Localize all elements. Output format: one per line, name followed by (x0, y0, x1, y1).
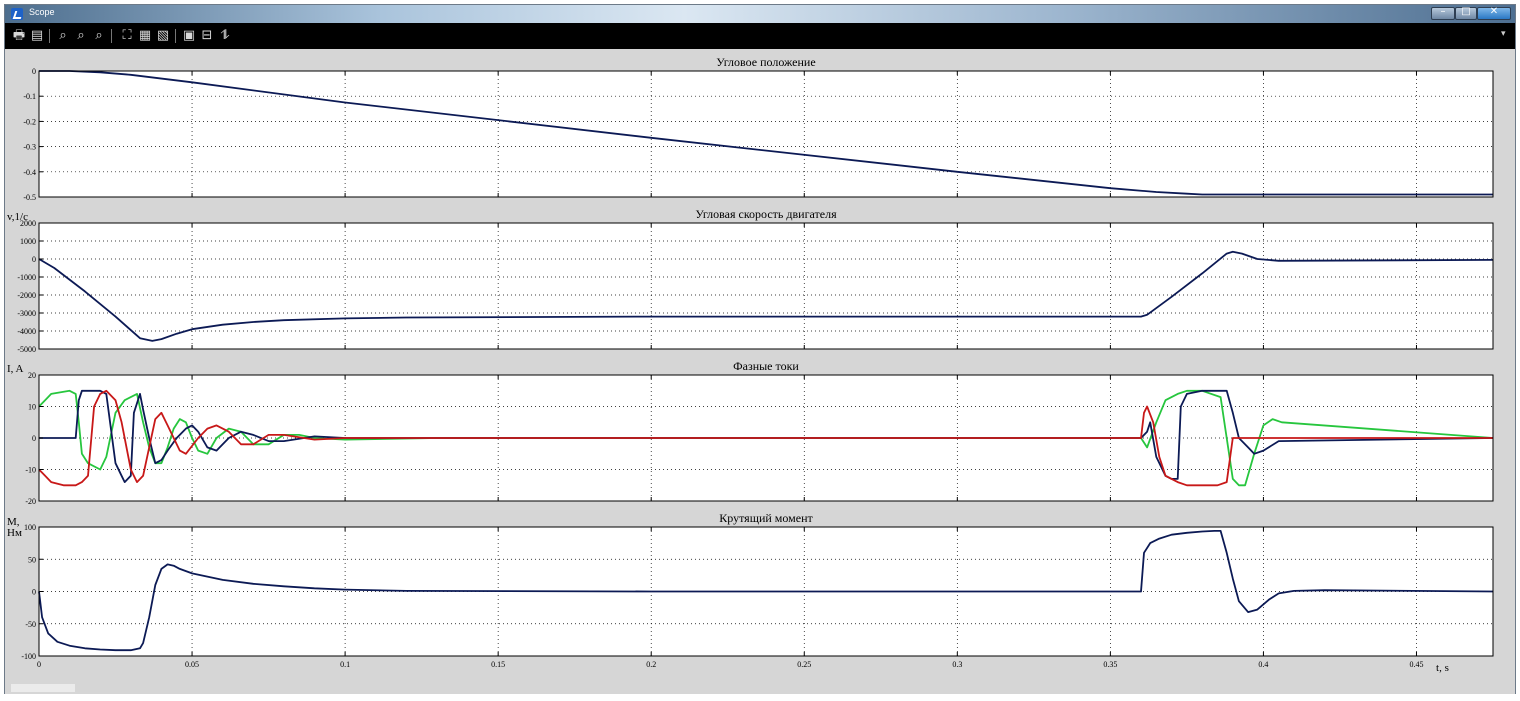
autoscale-icon: ⛶ (122, 28, 132, 43)
save-axes-icon: ▦ (138, 28, 152, 43)
y-tick-label: -0.3 (23, 143, 36, 152)
status-bar (11, 684, 75, 692)
floating-scope-button[interactable]: ▣ (181, 28, 197, 44)
y-axis-label: Нм (7, 527, 22, 539)
y-tick-label: -20 (25, 497, 36, 506)
zoom-y-icon: ⌕ (95, 28, 103, 43)
minimize-icon: – (1440, 6, 1446, 17)
plot-title: Угловое положение (716, 55, 815, 69)
window-title: Scope (29, 7, 55, 17)
close-button[interactable]: ✕ (1477, 6, 1511, 20)
y-tick-label: -1000 (17, 273, 36, 282)
y-axis-label: I, A (7, 363, 24, 375)
y-tick-label: -5000 (17, 345, 36, 354)
y-tick-label: -100 (21, 652, 36, 661)
y-tick-label: 0 (32, 434, 36, 443)
y-tick-label: 1000 (20, 237, 36, 246)
plot-background (39, 223, 1493, 349)
lock-axes-icon: ⊟ (201, 28, 213, 43)
scope-plots: 0 -0.1 -0.2 -0.3 -0.4 -0.5 Угловое положение 20… (7, 55, 1494, 674)
restore-axes-icon: ▧ (156, 28, 170, 43)
y-tick-label: -0.1 (23, 92, 36, 101)
close-icon: ✕ (1489, 6, 1499, 17)
plot-title: Крутящий момент (719, 511, 813, 525)
y-tick-label: -10 (25, 466, 36, 475)
y-tick-label: -0.4 (23, 168, 36, 177)
zoom-in-icon: ⌕ (59, 28, 67, 43)
plot-background (39, 71, 1493, 197)
y-tick-label: -4000 (17, 327, 36, 336)
lock-axes-button[interactable]: ⊟ (199, 28, 215, 44)
x-tick-label: 0.05 (185, 660, 199, 669)
y-tick-label: -0.2 (23, 117, 36, 126)
x-tick-label: 0.35 (1103, 660, 1117, 669)
signal-selection-button[interactable]: ⥮ (217, 28, 233, 44)
toolbar-separator (175, 29, 176, 43)
matlab-app-icon (11, 8, 23, 20)
plot-title: Угловая скорость двигателя (695, 207, 837, 221)
y-axis-label: v,1/c (7, 211, 28, 223)
y-tick-label: -0.5 (23, 193, 36, 202)
toolbar-chevron-down-icon[interactable]: ▾ (1501, 29, 1511, 43)
x-tick-label: 0.1 (340, 660, 350, 669)
y-tick-label: 0 (32, 588, 36, 597)
autoscale-button[interactable]: ⛶ (119, 28, 135, 44)
parameters-button[interactable]: ▤ (29, 28, 45, 44)
restore-axes-button[interactable]: ▧ (155, 28, 171, 44)
y-tick-label: 10 (28, 403, 36, 412)
minimize-button[interactable]: – (1431, 6, 1455, 20)
plots-area: 0 -0.1 -0.2 -0.3 -0.4 -0.5 Угловое положение 20… (5, 49, 1515, 694)
x-tick-label: 0.45 (1409, 660, 1423, 669)
signal-selection-icon: ⥮ (220, 28, 230, 43)
save-axes-button[interactable]: ▦ (137, 28, 153, 44)
x-tick-label: 0.3 (952, 660, 962, 669)
y-tick-label: -3000 (17, 309, 36, 318)
y-tick-label: 100 (24, 523, 36, 532)
x-tick-label: 0.2 (646, 660, 656, 669)
maximize-icon: □ (1461, 6, 1471, 17)
zoom-x-button[interactable]: ⌕ (73, 28, 89, 44)
floating-scope-icon: ▣ (182, 28, 196, 43)
maximize-button[interactable]: □ (1455, 6, 1477, 20)
zoom-x-icon: ⌕ (77, 28, 85, 43)
scope-window: Scope – □ ✕ 🖶 ▤ ⌕ ⌕ ⌕ ⛶ ▦ ▧ ▣ ⊟ ⥮ ▾ 0 -0.… (4, 4, 1516, 694)
y-tick-label: 50 (28, 555, 36, 564)
y-tick-label: -2000 (17, 291, 36, 300)
y-tick-label: 0 (32, 255, 36, 264)
zoom-y-button[interactable]: ⌕ (91, 28, 107, 44)
print-icon: 🖶 (12, 28, 26, 43)
title-bar[interactable]: Scope – □ ✕ (5, 5, 1515, 23)
parameters-icon: ▤ (30, 28, 44, 43)
y-tick-label: -50 (25, 620, 36, 629)
toolbar: 🖶 ▤ ⌕ ⌕ ⌕ ⛶ ▦ ▧ ▣ ⊟ ⥮ ▾ (5, 23, 1515, 49)
toolbar-separator (49, 29, 50, 43)
zoom-in-button[interactable]: ⌕ (55, 28, 71, 44)
toolbar-separator (111, 29, 112, 43)
x-axis-label: t, s (1436, 662, 1449, 674)
x-tick-label: 0.25 (797, 660, 811, 669)
x-tick-label: 0.15 (491, 660, 505, 669)
x-tick-label: 0 (37, 660, 41, 669)
y-tick-label: 20 (28, 371, 36, 380)
y-tick-label: 0 (32, 67, 36, 76)
x-tick-label: 0.4 (1258, 660, 1268, 669)
plot-title: Фазные токи (733, 359, 799, 373)
print-button[interactable]: 🖶 (11, 28, 27, 44)
